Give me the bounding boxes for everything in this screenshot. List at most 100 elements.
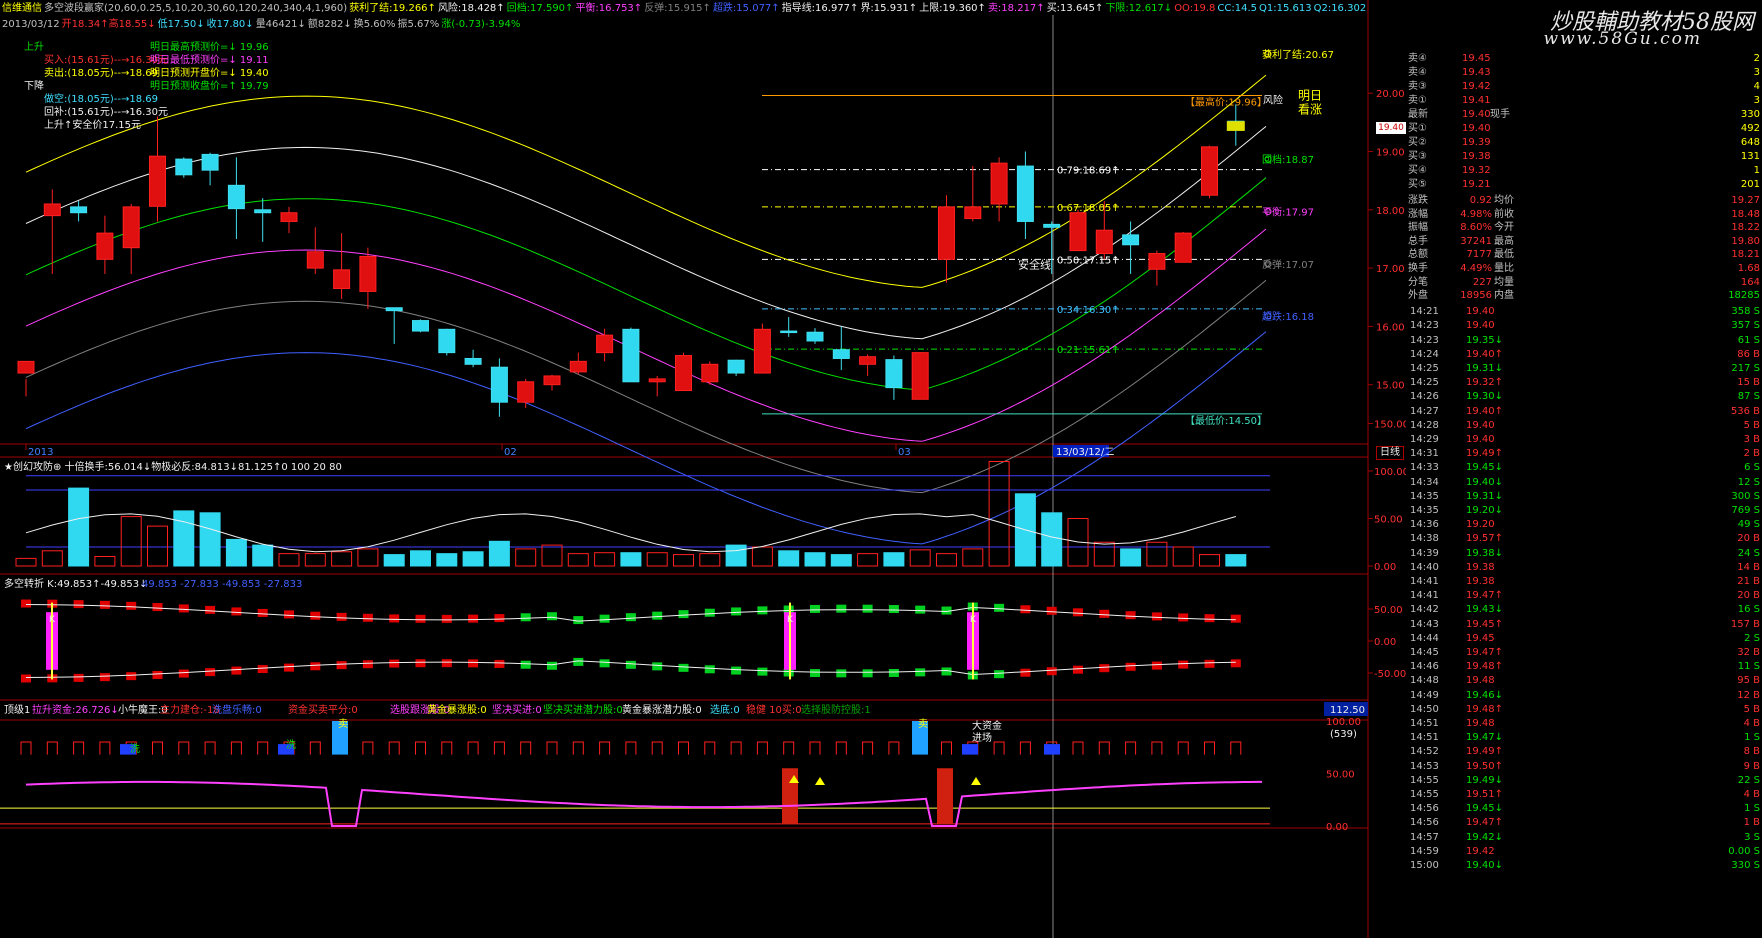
quote-cell: 14:23: [1410, 320, 1439, 332]
tick-row: 14:52 19.49↑ 8 B: [1406, 745, 1762, 758]
candle-body: [569, 360, 587, 373]
watermark: 炒股輔助教材58股网 www.58Gu.com: [1368, 0, 1762, 52]
quote-cell: 14:35: [1410, 505, 1439, 516]
volume-bar: [410, 550, 431, 567]
sub3-item: 主力建仓:-18: [160, 703, 220, 716]
volume-bar: [594, 552, 616, 567]
turn-block-bottom: [152, 670, 163, 679]
quote-cell: 19.42↓: [1466, 831, 1504, 843]
forecast-item: 明日预测收盘价=↑ 19.79: [150, 81, 269, 92]
candle-body: [385, 307, 403, 312]
volume-bar: [1041, 512, 1063, 567]
quote-cell: 买②: [1408, 137, 1427, 148]
sub3-step: [362, 741, 374, 755]
quote-cell: 14:56: [1410, 817, 1439, 829]
sub3-step: [1125, 741, 1137, 755]
sub3-side-value: (539): [1330, 729, 1357, 740]
candle-body: [227, 184, 245, 210]
sub3-item: 黄金暴涨潜力股:0: [622, 703, 702, 716]
candle-body: [149, 155, 166, 207]
x-tick-label: 03: [898, 447, 911, 458]
x-tick-label: 2013: [28, 447, 53, 458]
sub3-step: [1177, 741, 1189, 755]
sub3-step: [73, 741, 85, 755]
quote-cell: 4: [1753, 81, 1760, 92]
sub1-y-tick: 150.00: [1374, 420, 1406, 431]
volume-bar: [94, 556, 116, 567]
turn-block-top: [152, 603, 163, 612]
sub3-step: [99, 741, 111, 755]
sub3-step: [230, 741, 242, 755]
sub3-step: [1019, 741, 1031, 755]
turn-block-bottom: [99, 673, 110, 682]
candle-body: [1201, 146, 1218, 196]
quote-cell: 买⑤: [1408, 179, 1427, 190]
quote-cell: 14:51: [1410, 732, 1439, 744]
candle-body: [543, 375, 561, 386]
quote-cell: 19.32↑: [1466, 377, 1504, 389]
candle-body: [675, 355, 692, 392]
quote-cell: 49 S: [1737, 519, 1760, 531]
capital-panel: 顶级1 拉升资金:26.726↓ 小牛魔王:0主力建仓:-18洗盘乐畅:0 资金买卖平…: [0, 702, 1368, 833]
turn-block-bottom: [757, 667, 768, 676]
turn-block-bottom: [126, 672, 137, 681]
turn-block-top: [1125, 611, 1136, 620]
quote-cell: 20 B: [1737, 533, 1760, 545]
tick-row: 14:41 19.38 21 B: [1406, 575, 1762, 588]
volume-bar: [225, 538, 247, 567]
quote-cell: 14:55: [1410, 789, 1439, 800]
kline-chart[interactable]: 15.00 16.00 17.00 18.00 19.00 20.00 2013 02 03 13…: [0, 0, 1406, 938]
sub3-item: 稳健 10买:0: [746, 703, 802, 716]
tick-row: 14:51 19.47↓ 1 S: [1406, 731, 1762, 744]
volume-bar: [68, 487, 90, 567]
quote-cell: 4.49%: [1460, 263, 1492, 274]
quote-cell: 量比: [1494, 263, 1514, 274]
last-price-tag: 19.40: [1376, 122, 1406, 134]
tick-row: 14:35 19.31↓ 300 S: [1406, 490, 1762, 503]
quote-cell: 19.39: [1462, 137, 1491, 148]
sub3-step: [152, 741, 163, 755]
period-label[interactable]: 日线: [1376, 446, 1404, 460]
turn-block-top: [284, 610, 294, 619]
quote-cell: 164: [1740, 276, 1760, 288]
band-label: 回档:18.87: [1262, 153, 1314, 166]
turn-block-bottom: [1099, 664, 1110, 673]
quote-cell: 19.42: [1466, 845, 1495, 857]
turn-block-bottom: [231, 666, 242, 675]
turn-block-bottom: [1020, 668, 1031, 677]
tick-row: 14:23 19.40 357 S: [1406, 319, 1762, 332]
sub3-step: [678, 741, 689, 755]
sub3-step: [572, 741, 584, 755]
quote-cell: 19.48: [1466, 718, 1495, 729]
volume-bar: [1199, 554, 1220, 567]
sub1-y-tick: 50.00: [1374, 515, 1403, 526]
quote-cell: 买①: [1408, 123, 1427, 134]
quote-cell: 19.40↑: [1466, 348, 1504, 360]
quote-cell: 买④: [1408, 165, 1427, 176]
candle-body: [648, 378, 666, 383]
turning-panel: 多空转折 K:49.853↑-49.853↓49.853 -27.833 -49…: [4, 577, 1406, 683]
sub3-curve: [25, 780, 1262, 827]
tick-row: 14:23 19.35↓ 61 S: [1406, 334, 1762, 347]
volume-bar: [120, 516, 142, 567]
quote-cell: 19.31↓: [1466, 363, 1504, 374]
quote-cell: 19.30↓: [1466, 391, 1504, 403]
band-line-5: [25, 331, 1267, 545]
quote-cell: 最低: [1494, 249, 1514, 261]
quote-cell: 14:48: [1410, 675, 1439, 687]
candle-body: [622, 328, 640, 383]
turn-block-bottom: [678, 663, 689, 672]
volume-bar: [1120, 548, 1142, 567]
quote-cell: 5 B: [1743, 419, 1760, 431]
volume-bar: [699, 553, 721, 567]
quote-cell: 19.40: [1466, 320, 1495, 332]
quote-cell: 19.21: [1462, 179, 1491, 190]
quote-cell: 14:52: [1410, 746, 1439, 758]
quote-cell: 14:27: [1410, 405, 1439, 417]
quote-cell: 19.46↓: [1466, 689, 1504, 701]
quote-cell: 19.48: [1466, 675, 1495, 687]
quote-cell: 2: [1753, 53, 1760, 64]
sub3-side-value-2: 112.50: [1330, 705, 1365, 716]
quote-cell: 14:28: [1410, 419, 1439, 431]
volume-bar: [830, 554, 852, 567]
